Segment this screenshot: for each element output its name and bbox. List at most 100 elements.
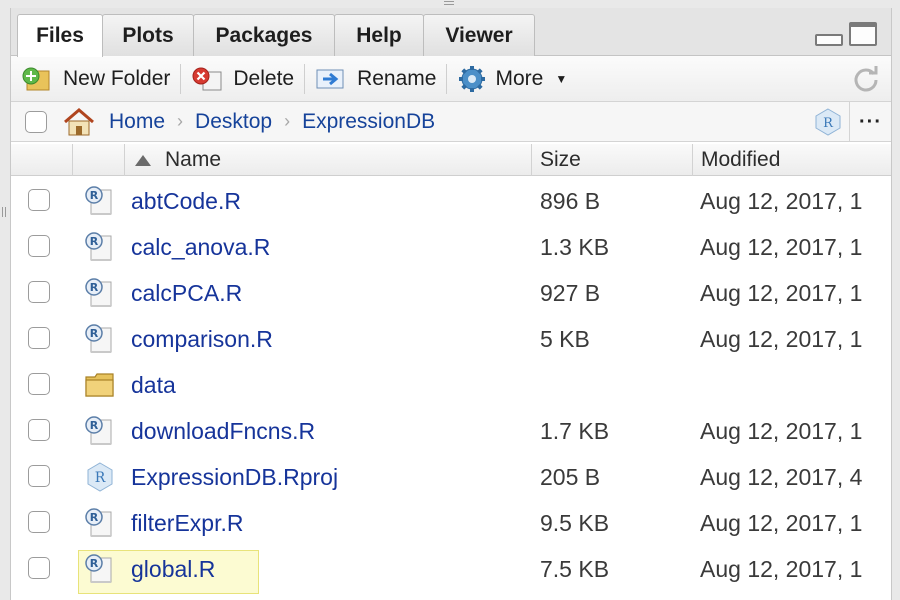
- r-file-icon: R: [83, 323, 117, 360]
- row-checkbox[interactable]: [28, 189, 50, 211]
- rename-button[interactable]: Rename: [305, 61, 446, 97]
- breadcrumb-desktop[interactable]: Desktop: [195, 110, 272, 134]
- file-name-link[interactable]: comparison.R: [131, 316, 273, 362]
- pane-resize-grip-top[interactable]: [440, 0, 458, 6]
- size-column-label: Size: [540, 148, 581, 171]
- file-size: 1.7 KB: [540, 417, 610, 444]
- file-name-link[interactable]: data: [131, 362, 176, 408]
- svg-text:R: R: [90, 511, 99, 524]
- file-size: 896 B: [540, 187, 601, 214]
- table-row[interactable]: data: [11, 362, 891, 408]
- breadcrumb-expressiondb[interactable]: ExpressionDB: [302, 110, 435, 134]
- table-row[interactable]: R calc_anova.R 1.3 KB Aug 12, 2017, 1: [11, 224, 891, 270]
- name-column-header[interactable]: Name: [125, 144, 532, 176]
- modified-column-header[interactable]: Modified: [693, 144, 891, 176]
- tab-bar: Files Plots Packages Help Viewer: [11, 8, 891, 57]
- rproj-file-icon: R: [83, 461, 117, 498]
- row-checkbox[interactable]: [28, 373, 50, 395]
- file-name-link[interactable]: abtCode.R: [131, 178, 241, 224]
- file-name-link[interactable]: filterExpr.R: [131, 500, 243, 546]
- file-list: R abtCode.R 896 B Aug 12, 2017, 1 R calc…: [11, 178, 891, 594]
- gear-icon: [459, 65, 486, 92]
- pane-resize-grip-left[interactable]: [1, 205, 7, 219]
- file-size: 1.3 KB: [540, 233, 610, 260]
- modified-column-label: Modified: [701, 148, 781, 171]
- file-size: 205 B: [540, 463, 601, 490]
- table-row[interactable]: R calcPCA.R 927 B Aug 12, 2017, 1: [11, 270, 891, 316]
- new-folder-label: New Folder: [63, 66, 171, 90]
- folder-icon: [83, 369, 117, 406]
- file-modified: Aug 12, 2017, 1: [700, 233, 863, 260]
- file-modified: Aug 12, 2017, 1: [700, 417, 863, 444]
- breadcrumb-home[interactable]: Home: [109, 110, 165, 134]
- name-column-label: Name: [165, 148, 222, 171]
- new-folder-button[interactable]: New Folder: [11, 61, 180, 97]
- r-file-icon: R: [83, 185, 117, 222]
- svg-text:R: R: [95, 470, 106, 486]
- tab-packages[interactable]: Packages: [193, 14, 335, 56]
- tab-help[interactable]: Help: [334, 14, 424, 56]
- row-checkbox[interactable]: [28, 511, 50, 533]
- file-name-link[interactable]: ExpressionDB.Rproj: [131, 454, 338, 500]
- table-row[interactable]: R abtCode.R 896 B Aug 12, 2017, 1: [11, 178, 891, 224]
- checkbox-column-header: [11, 144, 73, 176]
- new-folder-icon: [22, 67, 50, 90]
- svg-text:R: R: [823, 116, 834, 131]
- maximize-pane-button[interactable]: [849, 22, 877, 46]
- table-row[interactable]: R filterExpr.R 9.5 KB Aug 12, 2017, 1: [11, 500, 891, 546]
- tab-files[interactable]: Files: [17, 14, 103, 57]
- svg-text:R: R: [90, 281, 99, 294]
- file-table-header: Name Size Modified: [11, 144, 891, 176]
- pane-window-controls: [815, 22, 877, 46]
- file-modified: Aug 12, 2017, 1: [700, 509, 863, 536]
- tab-plots[interactable]: Plots: [102, 14, 194, 56]
- row-checkbox[interactable]: [28, 281, 50, 303]
- type-column-header: [73, 144, 125, 176]
- tab-viewer[interactable]: Viewer: [423, 14, 535, 56]
- files-pane: Files Plots Packages Help Viewer New Fol…: [10, 8, 892, 600]
- file-name-link[interactable]: downloadFncns.R: [131, 408, 315, 454]
- row-checkbox[interactable]: [28, 557, 50, 579]
- breadcrumb: Home › Desktop › ExpressionDB R ···: [11, 102, 891, 142]
- more-button[interactable]: More ▼: [447, 61, 577, 97]
- row-checkbox[interactable]: [28, 419, 50, 441]
- file-modified: Aug 12, 2017, 1: [700, 187, 863, 214]
- refresh-icon[interactable]: [851, 64, 881, 94]
- delete-label: Delete: [233, 66, 295, 90]
- file-modified: Aug 12, 2017, 1: [700, 279, 863, 306]
- table-row[interactable]: R ExpressionDB.Rproj 205 B Aug 12, 2017,…: [11, 454, 891, 500]
- select-all-checkbox[interactable]: [25, 110, 47, 133]
- row-checkbox[interactable]: [28, 465, 50, 487]
- minimize-pane-button[interactable]: [815, 34, 843, 46]
- go-to-project-directory-icon[interactable]: R: [813, 107, 843, 137]
- svg-text:R: R: [90, 235, 99, 248]
- more-label: More: [495, 66, 544, 90]
- table-row[interactable]: R comparison.R 5 KB Aug 12, 2017, 1: [11, 316, 891, 362]
- file-size: 927 B: [540, 279, 601, 306]
- size-column-header[interactable]: Size: [532, 144, 693, 176]
- svg-text:R: R: [90, 189, 99, 202]
- r-file-icon: R: [83, 415, 117, 452]
- delete-button[interactable]: Delete: [181, 61, 304, 97]
- r-file-icon: R: [83, 231, 117, 268]
- file-modified: Aug 12, 2017, 1: [700, 325, 863, 352]
- r-file-icon: R: [83, 507, 117, 544]
- chevron-right-icon: ›: [284, 111, 291, 131]
- table-row[interactable]: R downloadFncns.R 1.7 KB Aug 12, 2017, 1: [11, 408, 891, 454]
- rename-icon: [316, 69, 344, 88]
- more-options-button[interactable]: ···: [849, 102, 891, 142]
- svg-text:R: R: [90, 419, 99, 432]
- file-name-link[interactable]: calc_anova.R: [131, 224, 270, 270]
- r-file-icon: R: [83, 553, 117, 590]
- table-row[interactable]: R global.R 7.5 KB Aug 12, 2017, 1: [11, 546, 891, 594]
- file-name-link[interactable]: calcPCA.R: [131, 270, 242, 316]
- delete-icon: [192, 67, 222, 90]
- chevron-down-icon: ▼: [555, 71, 568, 86]
- file-size: 7.5 KB: [540, 555, 610, 582]
- file-name-link[interactable]: global.R: [131, 546, 215, 592]
- svg-text:R: R: [90, 557, 99, 570]
- home-icon[interactable]: [61, 107, 97, 137]
- row-checkbox[interactable]: [28, 235, 50, 257]
- row-checkbox[interactable]: [28, 327, 50, 349]
- r-file-icon: R: [83, 277, 117, 314]
